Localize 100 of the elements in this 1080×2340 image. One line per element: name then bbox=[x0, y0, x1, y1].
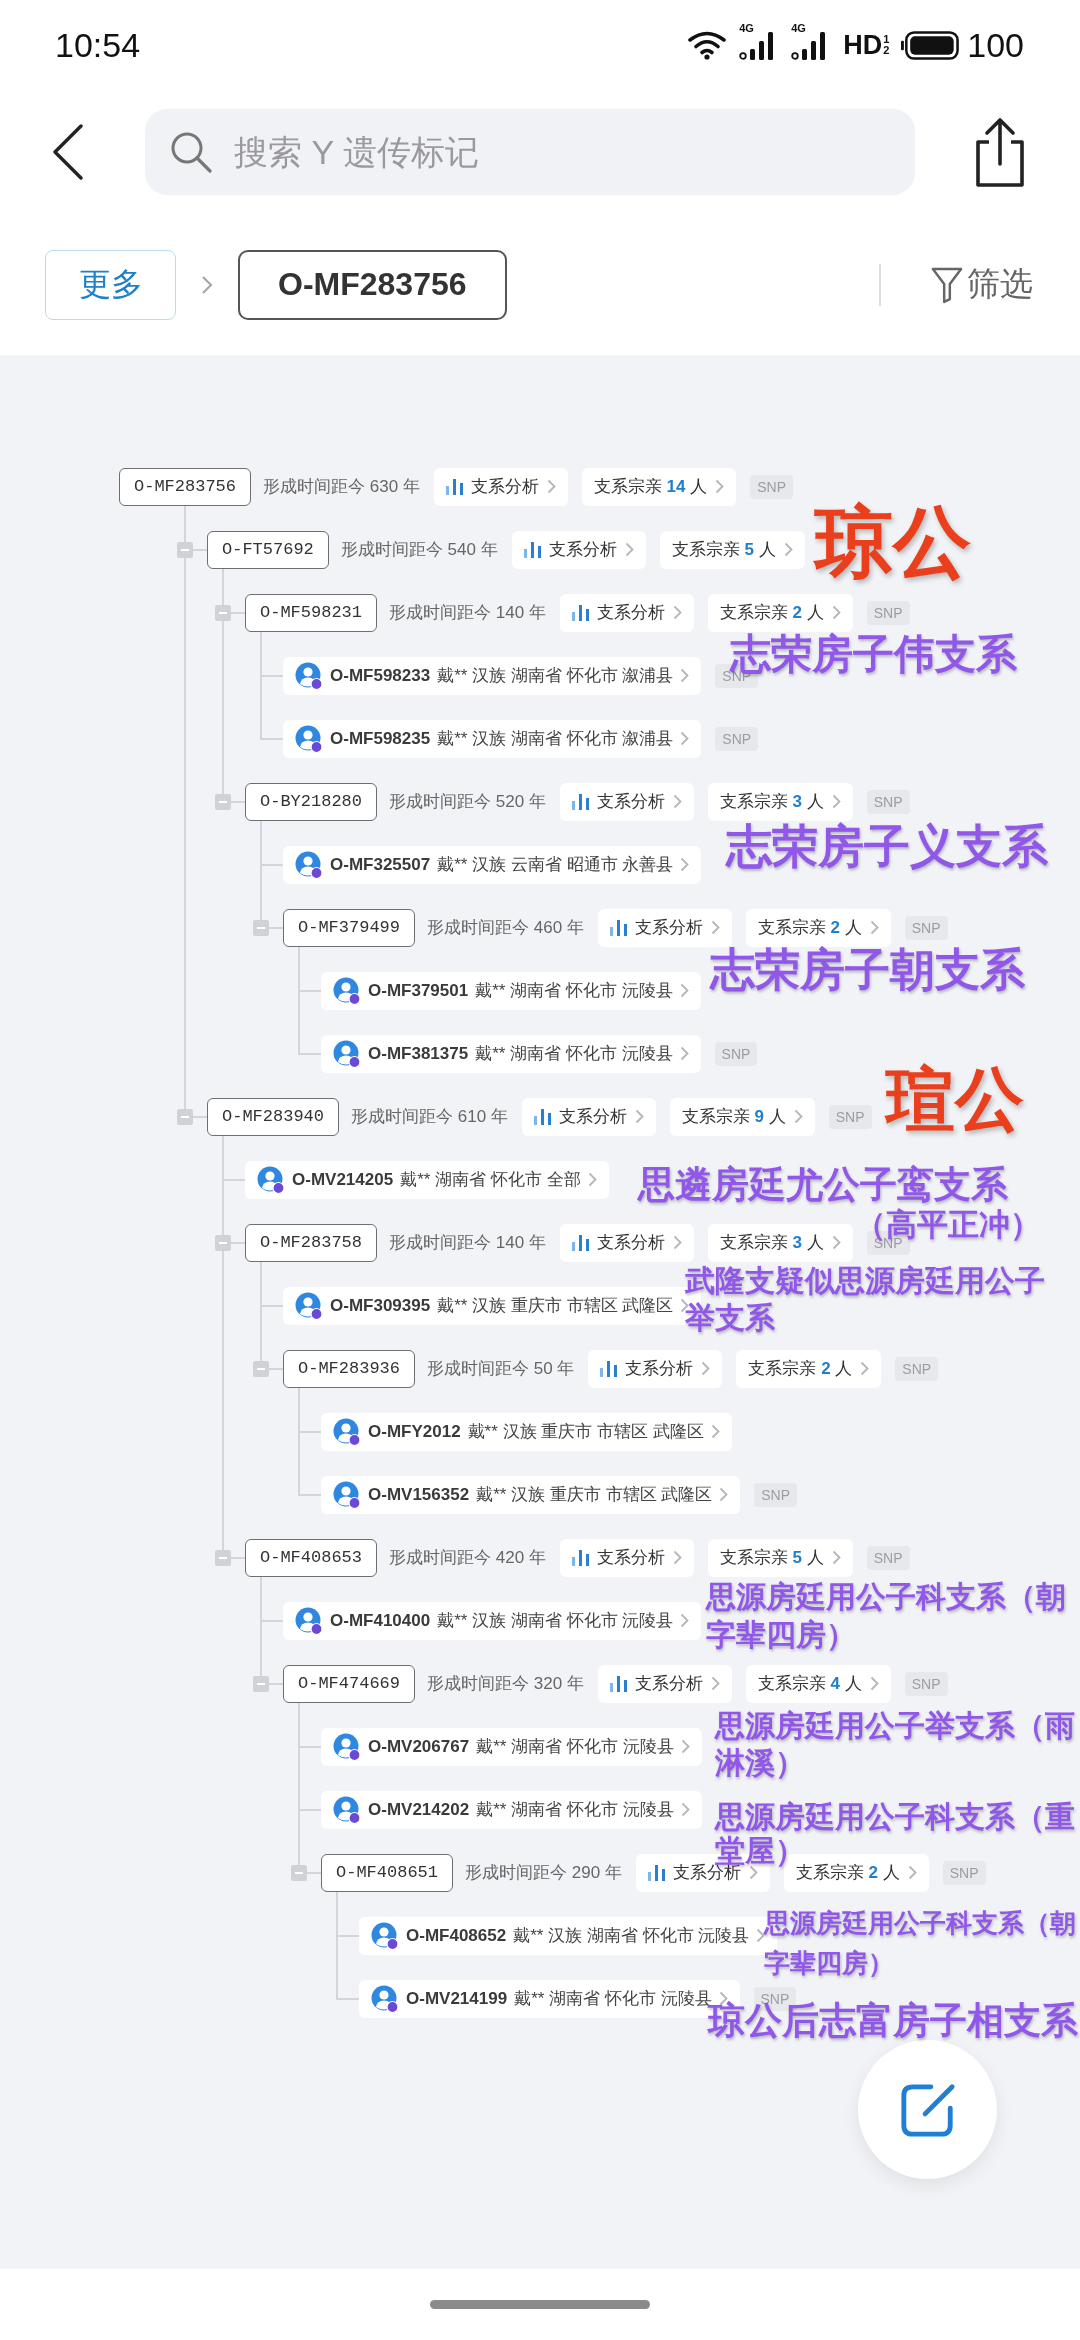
snp-tag: SNP bbox=[866, 600, 910, 625]
analysis-button[interactable]: 支系分析 bbox=[559, 1223, 694, 1262]
node-button[interactable]: O-MF283756 bbox=[119, 467, 252, 506]
analysis-button[interactable]: 支系分析 bbox=[559, 593, 694, 632]
chevron-icon bbox=[831, 794, 841, 809]
bar-chart-icon bbox=[647, 1864, 665, 1881]
kin-button[interactable]: 支系宗亲 4 人 bbox=[745, 1664, 891, 1703]
more-button[interactable]: 更多 bbox=[45, 249, 176, 320]
snp-tag: SNP bbox=[895, 1356, 939, 1381]
search-field[interactable]: 搜索 Y 遗传标记 bbox=[145, 109, 915, 195]
kin-button[interactable]: 支系宗亲 2 人 bbox=[707, 593, 853, 632]
filter-button[interactable]: 筛选 bbox=[931, 262, 1033, 307]
analysis-button[interactable]: 支系分析 bbox=[433, 467, 568, 506]
kin-button[interactable]: 支系宗亲 2 人 bbox=[736, 1349, 882, 1388]
snp-tag: SNP bbox=[750, 474, 794, 499]
analysis-button[interactable]: 支系分析 bbox=[597, 908, 732, 947]
minus-square-icon[interactable] bbox=[215, 1235, 231, 1251]
node-button[interactable]: O-MF474669 bbox=[283, 1664, 416, 1703]
sample-card[interactable]: O-MV214202 戴** 湖南省 怀化市 沅陵县 bbox=[321, 1790, 702, 1829]
minus-square-icon[interactable] bbox=[177, 542, 193, 558]
sample-card[interactable]: O-MF381375 戴** 湖南省 怀化市 沅陵县 bbox=[321, 1034, 701, 1073]
annotation-note: 志荣房子朝支系 bbox=[710, 947, 1025, 992]
snp-tag: SNP bbox=[904, 915, 948, 940]
node-button[interactable]: O-MF283940 bbox=[207, 1097, 340, 1136]
chevron-icon bbox=[783, 542, 793, 557]
chevron-icon bbox=[672, 605, 682, 620]
kin-button[interactable]: 支系宗亲 9 人 bbox=[669, 1097, 815, 1136]
sample-card[interactable]: O-MF379501 戴** 湖南省 怀化市 沅陵县 bbox=[321, 971, 701, 1010]
annotation-note: 思遴房廷尤公子鸾支系 bbox=[638, 1166, 1008, 1203]
annotation-title: 琼公 bbox=[815, 503, 971, 581]
node-button[interactable]: O-MF598231 bbox=[245, 593, 378, 632]
analysis-button[interactable]: 支系分析 bbox=[511, 530, 646, 569]
kin-button[interactable]: 支系宗亲 3 人 bbox=[707, 782, 853, 821]
age-text: 形成时间距今 540 年 bbox=[340, 539, 498, 561]
annotation-note: 思源房廷用公子举支系（雨淋溪） bbox=[715, 1708, 1076, 1781]
share-icon[interactable] bbox=[974, 116, 1026, 188]
node-button[interactable]: O-MF408651 bbox=[321, 1853, 454, 1892]
minus-square-icon[interactable] bbox=[215, 605, 231, 621]
user-avatar-icon bbox=[333, 976, 361, 1005]
node-button[interactable]: O-FT57692 bbox=[207, 530, 329, 569]
minus-square-icon[interactable] bbox=[177, 1109, 193, 1125]
node-button[interactable]: O-MF283758 bbox=[245, 1223, 378, 1262]
search-icon bbox=[170, 131, 212, 173]
user-avatar-icon bbox=[295, 850, 323, 879]
kin-button[interactable]: 支系宗亲 2 人 bbox=[745, 908, 891, 947]
chevron-icon bbox=[680, 1739, 690, 1754]
chevron-icon bbox=[710, 1676, 720, 1691]
minus-square-icon[interactable] bbox=[291, 1865, 307, 1881]
minus-square-icon[interactable] bbox=[215, 1550, 231, 1566]
user-avatar-icon bbox=[333, 1732, 361, 1761]
age-text: 形成时间距今 460 年 bbox=[427, 917, 584, 939]
chevron-icon bbox=[634, 1109, 644, 1124]
chevron-icon bbox=[680, 1802, 690, 1817]
chevron-icon bbox=[701, 1361, 711, 1376]
sample-card[interactable]: O-MF598235 戴** 汉族 湖南省 怀化市 溆浦县 bbox=[283, 719, 702, 758]
analysis-button[interactable]: 支系分析 bbox=[521, 1097, 656, 1136]
kin-button[interactable]: 支系宗亲 5 人 bbox=[707, 1538, 853, 1577]
sample-card[interactable]: O-MFY2012 戴** 汉族 重庆市 市辖区 武隆区 bbox=[321, 1412, 732, 1451]
node-button[interactable]: O-BY218280 bbox=[245, 782, 378, 821]
age-text: 形成时间距今 630 年 bbox=[263, 476, 420, 498]
minus-square-icon[interactable] bbox=[253, 1676, 269, 1692]
bar-chart-icon bbox=[609, 919, 627, 936]
minus-square-icon[interactable] bbox=[215, 794, 231, 810]
node-button[interactable]: O-MF283936 bbox=[283, 1349, 416, 1388]
chevron-icon bbox=[869, 920, 879, 935]
home-indicator[interactable] bbox=[430, 2300, 650, 2309]
sample-card[interactable]: O-MV214205 戴** 湖南省 怀化市 全部 bbox=[245, 1160, 609, 1199]
chevron-icon bbox=[719, 1487, 729, 1502]
sample-card[interactable]: O-MF410400 戴** 汉族 湖南省 怀化市 沅陵县 bbox=[283, 1601, 702, 1640]
hd-mark-text: 2 bbox=[883, 45, 890, 56]
sample-card[interactable]: O-MF598233 戴** 汉族 湖南省 怀化市 溆浦县 bbox=[283, 656, 702, 695]
kin-button[interactable]: 支系宗亲 3 人 bbox=[707, 1223, 853, 1262]
back-icon[interactable] bbox=[52, 124, 84, 180]
minus-square-icon[interactable] bbox=[253, 1361, 269, 1377]
analysis-button[interactable]: 支系分析 bbox=[559, 1538, 694, 1577]
chevron-icon bbox=[672, 1235, 682, 1250]
user-avatar-icon bbox=[295, 1291, 323, 1320]
minus-square-icon[interactable] bbox=[253, 920, 269, 936]
sample-card[interactable]: O-MV206767 戴** 湖南省 怀化市 沅陵县 bbox=[321, 1727, 702, 1766]
analysis-button[interactable]: 支系分析 bbox=[588, 1349, 723, 1388]
bar-chart-icon bbox=[600, 1360, 618, 1377]
sample-card[interactable]: O-MV156352 戴** 汉族 重庆市 市辖区 武隆区 bbox=[321, 1475, 741, 1514]
node-button[interactable]: O-MF408653 bbox=[245, 1538, 378, 1577]
breadcrumb-current[interactable]: O-MF283756 bbox=[238, 249, 507, 320]
analysis-button[interactable]: 支系分析 bbox=[597, 1664, 732, 1703]
user-avatar-icon bbox=[333, 1480, 361, 1509]
network-type-text: 4G bbox=[739, 23, 754, 34]
age-text: 形成时间距今 50 年 bbox=[427, 1358, 575, 1380]
sample-card[interactable]: O-MF325507 戴** 汉族 云南省 昭通市 永善县 bbox=[283, 845, 702, 884]
hd-text: HD bbox=[843, 29, 883, 61]
analysis-button[interactable]: 支系分析 bbox=[559, 782, 694, 821]
bar-chart-icon bbox=[571, 793, 589, 810]
chevron-icon bbox=[748, 1865, 758, 1880]
node-button[interactable]: O-MF379499 bbox=[283, 908, 416, 947]
kin-button[interactable]: 支系宗亲 14 人 bbox=[581, 467, 737, 506]
kin-button[interactable]: 支系宗亲 5 人 bbox=[659, 530, 805, 569]
age-text: 形成时间距今 420 年 bbox=[389, 1547, 546, 1569]
hd-mark-text: 1 bbox=[883, 34, 890, 45]
snp-tag: SNP bbox=[828, 1104, 872, 1129]
chevron-icon bbox=[715, 479, 725, 494]
